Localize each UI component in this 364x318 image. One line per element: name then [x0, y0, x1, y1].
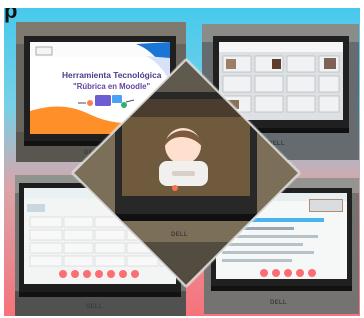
gradient-collage-frame: p Herramienta Tecnológica "Rúbrica en Mo… — [4, 8, 360, 316]
slide-title-text: Herramienta Tecnológica — [62, 70, 162, 80]
laptop-brand-bottom-left: DELL — [86, 304, 103, 310]
laptop-brand-center: DELL — [171, 232, 188, 238]
photo-collage-canvas: p Herramienta Tecnológica "Rúbrica en Mo… — [0, 0, 364, 318]
slide-subtitle-text: "Rúbrica en Moodle" — [73, 82, 150, 91]
laptop-brand-bottom-right: DELL — [270, 300, 287, 306]
cropped-heading-letter: p — [4, 8, 18, 23]
